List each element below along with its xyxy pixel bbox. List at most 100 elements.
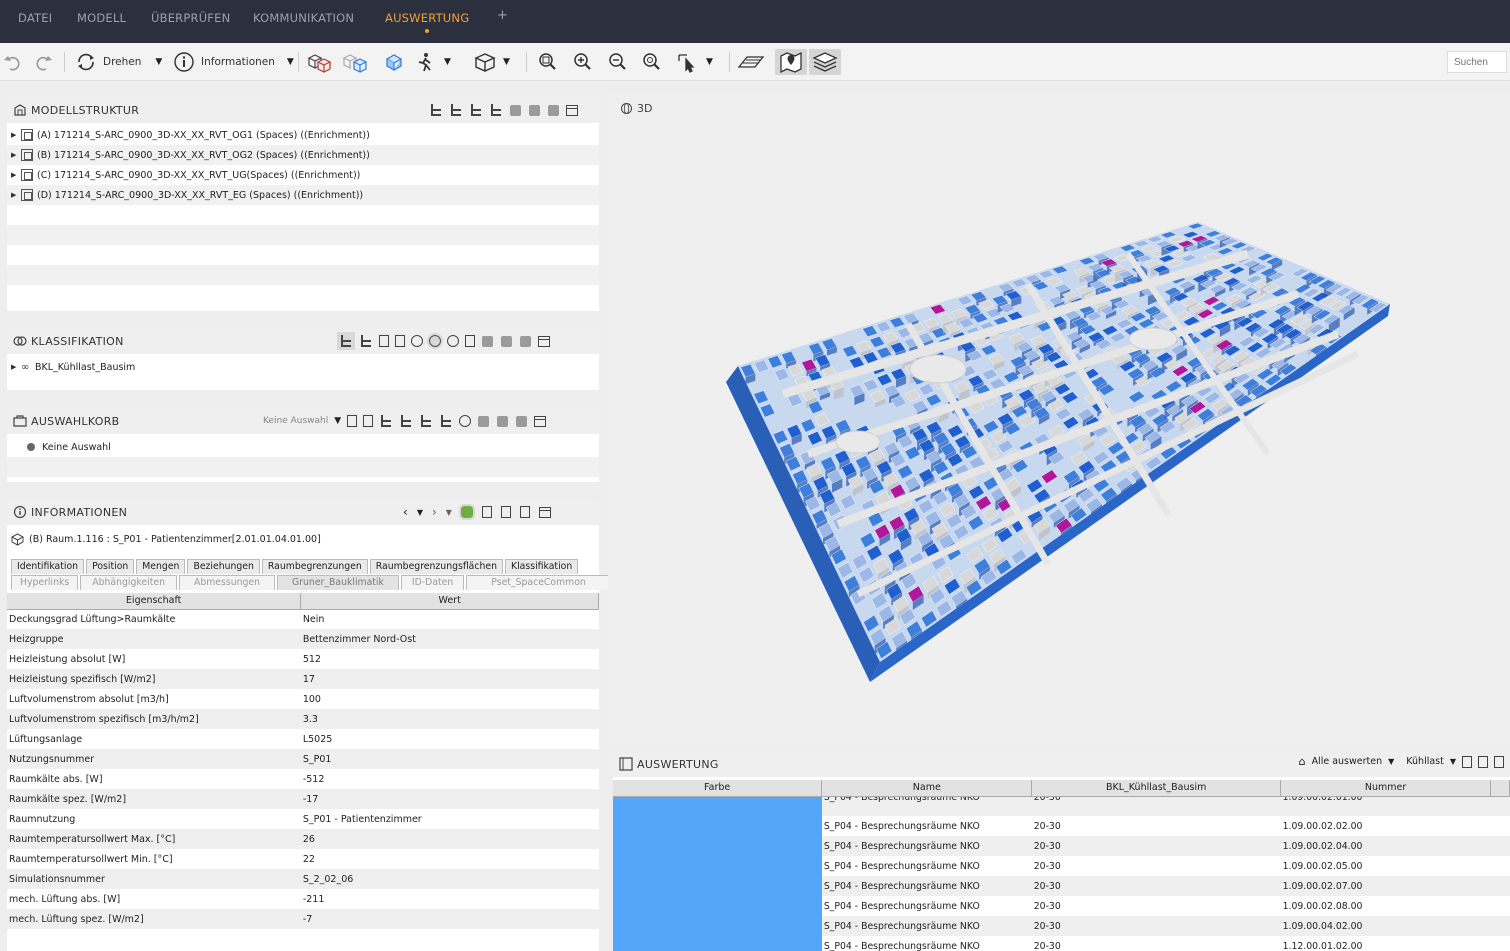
expand-arrow-icon[interactable]: ▶ — [11, 363, 21, 371]
home-icon[interactable]: ⌂ — [1299, 755, 1306, 768]
tree-item[interactable]: ▶ (C) 171214_S-ARC_0900_3D-XX_XX_RVT_UG(S… — [7, 165, 599, 185]
expand-arrow-icon[interactable]: ▶ — [11, 151, 21, 159]
open-folder-icon[interactable] — [395, 335, 405, 347]
zoom-fit-button[interactable] — [536, 49, 558, 75]
import-icon[interactable] — [347, 415, 358, 427]
tree-item[interactable]: ▶ (A) 171214_S-ARC_0900_3D-XX_XX_RVT_OG1 … — [7, 125, 599, 145]
menu-auswertung[interactable]: AUSWERTUNG — [385, 11, 469, 33]
add-property-icon[interactable] — [481, 506, 492, 518]
evaluate-dropdown-icon[interactable]: ▼ — [1388, 757, 1394, 766]
table-row[interactable]: Simulationsnummer S_2_02_06 — [7, 869, 599, 889]
redo-button[interactable] — [32, 49, 54, 75]
table-row[interactable]: Raumtemperatursollwert Max. [°C] 26 — [7, 829, 599, 849]
layers-button[interactable] — [809, 49, 841, 75]
expand-arrow-icon[interactable]: ▶ — [11, 131, 21, 139]
open-folder-icon[interactable] — [1478, 755, 1488, 768]
walk-dropdown-icon[interactable]: ▼ — [444, 57, 451, 67]
export-icon[interactable] — [363, 415, 374, 427]
grey-action-icon[interactable] — [529, 104, 540, 116]
filter-dropdown-icon[interactable]: ▼ — [1450, 757, 1456, 766]
column-nummer[interactable]: Nummer — [1280, 780, 1491, 797]
isolate-button[interactable] — [341, 49, 369, 75]
table-row[interactable]: mech. Lüftung abs. [W] -211 — [7, 889, 599, 909]
select-dropdown-icon[interactable]: ▼ — [706, 57, 713, 67]
delete-property-icon[interactable] — [519, 506, 530, 518]
column-bkl-kuehllast[interactable]: BKL_Kühllast_Bausim — [1031, 780, 1282, 797]
search-input[interactable] — [1447, 51, 1507, 73]
table-row[interactable]: Luftvolumenstrom spezifisch [m3/h/m2] 3.3 — [7, 709, 599, 729]
grey-action-icon[interactable] — [510, 104, 521, 116]
menu-kommunikation[interactable]: KOMMUNIKATION — [253, 11, 354, 25]
undo-button[interactable] — [2, 49, 24, 75]
new-evaluation-icon[interactable] — [1462, 755, 1472, 768]
tab-mengen[interactable]: Mengen — [136, 559, 186, 574]
selection-dropdown-icon[interactable]: ▼ — [334, 416, 341, 426]
table-row[interactable]: Raumnutzung S_P01 - Patientenzimmer — [7, 809, 599, 829]
settings-icon[interactable] — [447, 335, 459, 347]
tab-identifikation[interactable]: Identifikation — [11, 559, 85, 574]
report-icon[interactable] — [465, 335, 475, 347]
grey-action-icon[interactable] — [497, 415, 509, 427]
tree-expand-icon[interactable] — [337, 332, 355, 350]
rotate-button[interactable]: Drehen ▼ — [75, 49, 162, 75]
view-dropdown-icon[interactable]: ▼ — [503, 57, 510, 67]
target-icon[interactable] — [459, 415, 472, 427]
table-row[interactable]: Lüftungsanlage L5025 — [7, 729, 599, 749]
tab-position[interactable]: Position — [86, 559, 135, 574]
tab-beziehungen[interactable]: Beziehungen — [187, 559, 260, 574]
remove-icon[interactable] — [411, 335, 423, 347]
filter-dropdown[interactable]: Kühllast — [1406, 756, 1444, 767]
tab-id-daten[interactable]: ID-Daten — [400, 575, 465, 590]
table-row[interactable]: mech. Lüftung spez. [W/m2] -7 — [7, 909, 599, 929]
table-row[interactable]: Luftvolumenstrom absolut [m3/h] 100 — [7, 689, 599, 709]
expand-arrow-icon[interactable]: ▶ — [11, 191, 21, 199]
column-name[interactable]: Name — [821, 780, 1033, 797]
table-row[interactable]: Heizleistung absolut [W] 512 — [7, 649, 599, 669]
link-green-icon[interactable] — [458, 504, 475, 520]
export-icon[interactable] — [1494, 755, 1504, 768]
menu-ueberpruefen[interactable]: ÜBERPRÜFEN — [151, 11, 230, 25]
grey-action-icon[interactable] — [478, 415, 490, 427]
table-row[interactable]: Deckungsgrad Lüftung>Raumkälte Nein — [7, 609, 599, 629]
table-row[interactable]: Heizleistung spezifisch [W/m2] 17 — [7, 669, 599, 689]
maximize-panel-icon[interactable] — [534, 415, 547, 427]
menu-modell[interactable]: MODELL — [77, 11, 126, 25]
rotate-dropdown-icon[interactable]: ▼ — [155, 57, 162, 67]
tree-collapse-icon[interactable] — [449, 103, 463, 117]
view-cube-button[interactable]: ▼ — [473, 49, 510, 75]
forward-dropdown-icon[interactable]: ▼ — [446, 508, 452, 517]
tree-expand-icon[interactable] — [379, 414, 393, 428]
maximize-panel-icon[interactable] — [538, 506, 551, 518]
tab-raumbegrenzungsflaechen[interactable]: Raumbegrenzungsflächen — [369, 559, 503, 574]
maximize-panel-icon[interactable] — [538, 335, 550, 347]
column-farbe[interactable]: Farbe — [613, 780, 823, 797]
copy-property-icon[interactable] — [500, 506, 511, 518]
evaluate-all-button[interactable]: Alle auswerten — [1312, 756, 1383, 767]
tab-abhaengigkeiten[interactable]: Abhängigkeiten — [80, 575, 177, 590]
tab-hyperlinks[interactable]: Hyperlinks — [11, 575, 79, 590]
zoom-in-button[interactable] — [571, 49, 593, 75]
tree-item[interactable]: ▶ (D) 171214_S-ARC_0900_3D-XX_XX_RVT_EG (… — [7, 185, 599, 205]
table-row[interactable]: Raumkälte abs. [W] -512 — [7, 769, 599, 789]
tree-collapse-icon[interactable] — [399, 414, 413, 428]
building-model[interactable] — [608, 94, 1510, 744]
column-eigenschaft[interactable]: Eigenschaft — [7, 593, 302, 610]
show-all-button[interactable] — [306, 49, 332, 75]
3d-viewport[interactable]: 3D — [608, 94, 1510, 744]
column-wert[interactable]: Wert — [300, 593, 599, 610]
zoom-out-button[interactable] — [606, 49, 628, 75]
tab-abmessungen[interactable]: Abmessungen — [178, 575, 276, 590]
chevron-right-icon[interactable]: › — [432, 505, 437, 519]
tree-sort-icon[interactable] — [489, 103, 503, 117]
tab-klassifikation[interactable]: Klassifikation — [505, 559, 579, 574]
zoom-window-button[interactable] — [640, 49, 662, 75]
tree-sort-icon[interactable] — [439, 414, 453, 428]
grey-action-icon[interactable] — [482, 335, 493, 347]
table-row[interactable]: Raumtemperatursollwert Min. [°C] 22 — [7, 849, 599, 869]
grey-action-icon[interactable] — [501, 335, 512, 347]
new-document-icon[interactable] — [379, 335, 389, 347]
walk-button[interactable]: ▼ — [414, 49, 451, 75]
tree-item[interactable]: ▶ ∞ BKL_Kühllast_Bausim — [7, 357, 599, 377]
tab-pset-spacecommon[interactable]: Pset_SpaceCommon — [466, 575, 611, 590]
tree-expand-icon[interactable] — [429, 103, 443, 117]
